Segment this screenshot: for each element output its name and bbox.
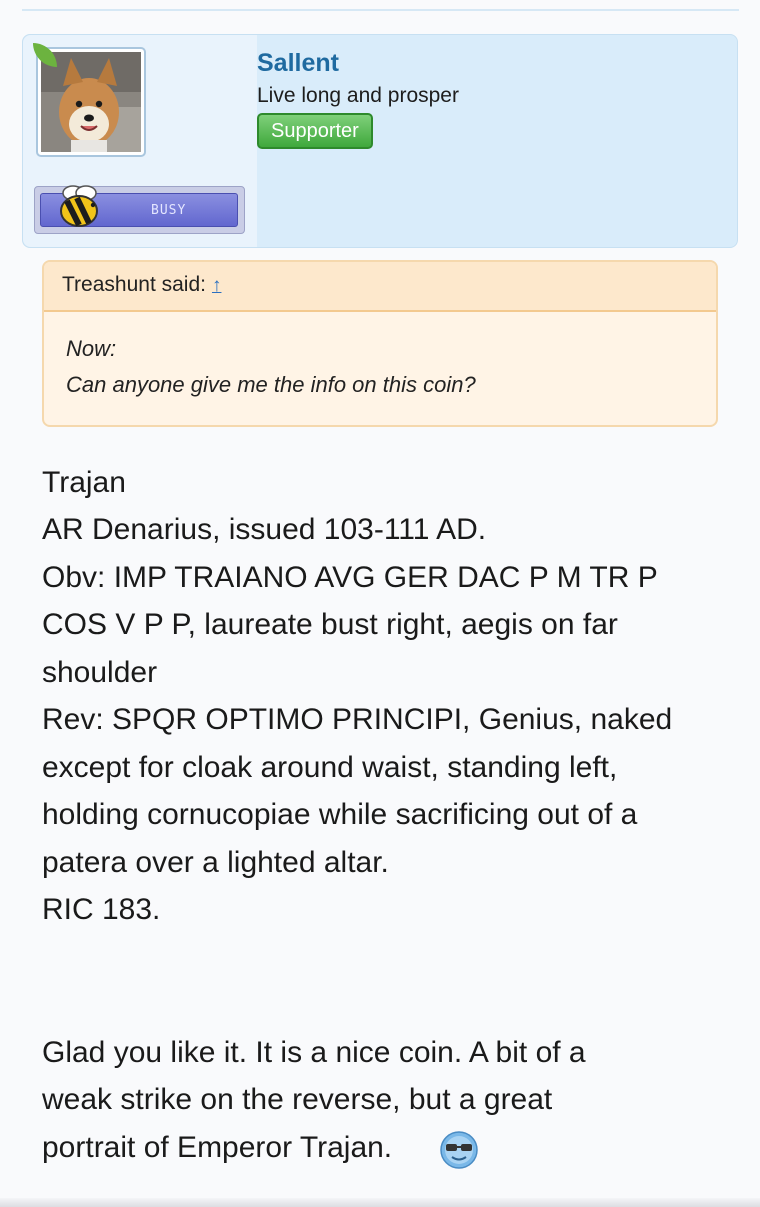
message-user-block: BUSY Sallent Live long and prosper Suppo… bbox=[22, 34, 738, 248]
quote-attribution: Treashunt said: ↑ bbox=[62, 273, 221, 297]
cool-sunglasses-emoji-icon bbox=[440, 1131, 478, 1169]
post-text-line: Trajan bbox=[42, 466, 126, 499]
post-text-line: AR Denarius, issued 103-111 AD. bbox=[42, 513, 487, 546]
quote-author-text: Treashunt said: bbox=[62, 273, 206, 296]
username-link[interactable]: Sallent bbox=[257, 49, 339, 78]
post-text-line: Rev: SPQR OPTIMO PRINCIPI, Genius, naked bbox=[42, 703, 673, 736]
divider bbox=[22, 9, 739, 11]
quote-jump-link[interactable]: ↑ bbox=[212, 275, 222, 296]
quote-line: Can anyone give me the info on this coin… bbox=[66, 372, 476, 397]
dog-photo bbox=[41, 52, 141, 152]
post-text-line: Obv: IMP TRAIANO AVG GER DAC P M TR P bbox=[42, 561, 658, 594]
post-text-line: patera over a lighted altar. bbox=[42, 846, 389, 879]
quote-header: Treashunt said: ↑ bbox=[44, 262, 716, 312]
post-text-line: except for cloak around waist, standing … bbox=[42, 751, 618, 784]
post-text-line: Glad you like it. It is a nice coin. A b… bbox=[42, 1036, 586, 1069]
post-text-line: portrait of Emperor Trajan. bbox=[42, 1131, 393, 1164]
post-text-line: weak strike on the reverse, but a great bbox=[42, 1083, 553, 1116]
bee-icon bbox=[60, 185, 98, 227]
status-badge: BUSY bbox=[34, 185, 245, 234]
post-text-line: COS V P P, laureate bust right, aegis on… bbox=[42, 608, 618, 641]
user-extras: BUSY bbox=[23, 35, 257, 247]
user-title: Live long and prosper bbox=[257, 84, 459, 107]
status-badge-label: BUSY bbox=[151, 203, 187, 218]
bottom-edge-shadow bbox=[0, 1198, 760, 1207]
post-text-line: RIC 183. bbox=[42, 893, 161, 926]
post-text-line: holding cornucopiae while sacrificing ou… bbox=[42, 798, 638, 831]
supporter-banner: Supporter bbox=[257, 113, 373, 149]
post-text-line: shoulder bbox=[42, 656, 158, 689]
quote-line: Now: bbox=[66, 336, 117, 361]
quote-block: Treashunt said: ↑ Now: Can anyone give me… bbox=[42, 260, 718, 427]
